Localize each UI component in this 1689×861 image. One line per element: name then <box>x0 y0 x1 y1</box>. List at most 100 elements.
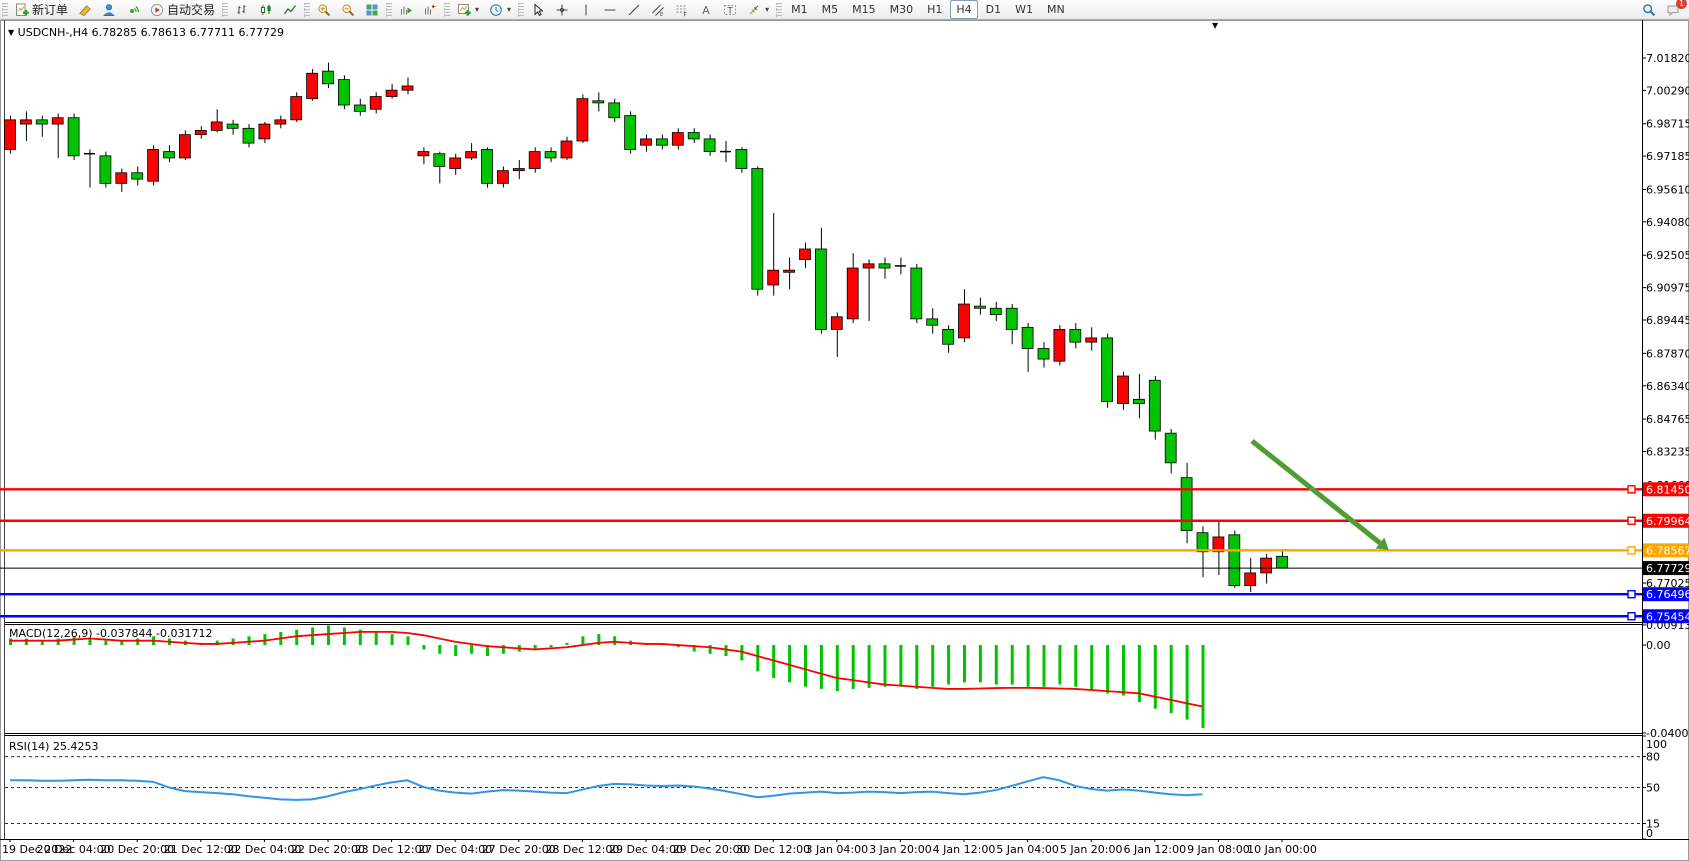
trendline-button[interactable] <box>623 0 645 19</box>
equidistant-channel-icon: E <box>651 3 665 17</box>
periods-button[interactable]: ▾ <box>485 0 515 19</box>
tile-windows-button[interactable] <box>361 0 383 19</box>
svg-text:6.78567: 6.78567 <box>1646 544 1689 557</box>
line-chart-icon <box>283 3 297 17</box>
rsi-value: 25.4253 <box>53 740 99 753</box>
horizontal-line-button[interactable] <box>599 0 621 19</box>
line-chart-button[interactable] <box>279 0 301 19</box>
bar-chart-button[interactable] <box>231 0 253 19</box>
svg-text:7.00290: 7.00290 <box>1646 84 1689 97</box>
chart-title-collapse-icon[interactable]: ▼ <box>8 28 14 37</box>
crosshair-button[interactable] <box>551 0 573 19</box>
svg-text:6 Jan 12:00: 6 Jan 12:00 <box>1123 843 1186 856</box>
tab-m5[interactable]: M5 <box>816 0 845 19</box>
tab-w1[interactable]: W1 <box>1009 0 1039 19</box>
svg-text:3 Jan 04:00: 3 Jan 04:00 <box>805 843 868 856</box>
fibonacci-icon: F <box>675 3 689 17</box>
trendline-icon <box>627 3 641 17</box>
indicators-icon <box>457 3 471 17</box>
svg-text:6.84765: 6.84765 <box>1646 413 1689 426</box>
tab-m30[interactable]: M30 <box>884 0 920 19</box>
svg-text:T: T <box>727 6 734 16</box>
tab-mn[interactable]: MN <box>1041 0 1071 19</box>
horizontal-line-icon <box>603 3 617 17</box>
auto-trading-icon <box>150 3 164 17</box>
svg-text:6.92505: 6.92505 <box>1646 249 1689 262</box>
indicators-button[interactable]: ▾ <box>453 0 483 19</box>
svg-text:3 Jan 20:00: 3 Jan 20:00 <box>869 843 932 856</box>
chart-canvas[interactable]: 7.018207.002906.987156.971856.956106.940… <box>0 20 1689 861</box>
auto-scroll-button[interactable] <box>395 0 417 19</box>
svg-text:30 Dec 12:00: 30 Dec 12:00 <box>736 843 810 856</box>
toolbar-grip <box>304 3 310 17</box>
macd-values: -0.037844 -0.031712 <box>96 627 212 640</box>
svg-text:6.77729: 6.77729 <box>1646 562 1689 575</box>
auto-trading-label: 自动交易 <box>167 1 215 18</box>
signals-icon <box>126 3 140 17</box>
profiles-button[interactable] <box>98 0 120 19</box>
chart-symbol-period: USDCNH-,H4 <box>18 26 88 39</box>
svg-text:6.94080: 6.94080 <box>1646 216 1689 229</box>
periods-clock-icon <box>489 3 503 17</box>
new-order-icon <box>15 3 29 17</box>
zoom-in-icon <box>317 3 331 17</box>
svg-text:0: 0 <box>1646 827 1653 840</box>
chart-ohlc: 6.78285 6.78613 6.77711 6.77729 <box>92 26 284 39</box>
search-icon <box>1642 3 1656 17</box>
text-label-button[interactable]: T <box>719 0 741 19</box>
chevron-down-icon: ▾ <box>765 5 769 14</box>
svg-text:5 Jan 04:00: 5 Jan 04:00 <box>996 843 1059 856</box>
tab-m1[interactable]: M1 <box>785 0 814 19</box>
notifications-button[interactable]: 1 <box>1662 0 1684 19</box>
text-button[interactable]: A <box>695 0 717 19</box>
svg-text:6.83235: 6.83235 <box>1646 446 1689 459</box>
macd-indicator-label: MACD(12,26,9) -0.037844 -0.031712 <box>9 627 212 640</box>
new-order-button[interactable]: 新订单 <box>11 0 72 19</box>
bar-chart-icon <box>235 3 249 17</box>
styler-button[interactable] <box>74 0 96 19</box>
svg-text:6.90975: 6.90975 <box>1646 282 1689 295</box>
search-button[interactable] <box>1638 0 1660 19</box>
tab-d1[interactable]: D1 <box>980 0 1007 19</box>
svg-text:E: E <box>660 12 663 17</box>
chart-shift-button[interactable] <box>419 0 441 19</box>
vertical-line-button[interactable] <box>575 0 597 19</box>
zoom-out-button[interactable] <box>337 0 359 19</box>
svg-text:7.01820: 7.01820 <box>1646 52 1689 65</box>
profiles-icon <box>102 3 116 17</box>
svg-text:6.79964: 6.79964 <box>1646 515 1689 528</box>
signals-button[interactable] <box>122 0 144 19</box>
new-order-label: 新订单 <box>32 1 68 18</box>
tab-h4[interactable]: H4 <box>950 0 977 19</box>
vertical-line-icon <box>579 3 593 17</box>
crosshair-icon <box>555 3 569 17</box>
text-label-icon: T <box>723 3 737 17</box>
text-icon: A <box>699 3 713 17</box>
toolbar-grip <box>776 3 782 17</box>
toolbar-grip <box>386 3 392 17</box>
svg-text:10 Jan 00:00: 10 Jan 00:00 <box>1247 843 1317 856</box>
cursor-icon <box>531 3 545 17</box>
svg-text:0.009138: 0.009138 <box>1646 619 1689 632</box>
cursor-button[interactable] <box>527 0 549 19</box>
candlestick-chart-button[interactable] <box>255 0 277 19</box>
fibonacci-button[interactable]: F <box>671 0 693 19</box>
toolbar-grip <box>444 3 450 17</box>
svg-text:80: 80 <box>1646 751 1660 764</box>
svg-text:9 Jan 08:00: 9 Jan 08:00 <box>1187 843 1250 856</box>
svg-text:A: A <box>702 4 710 17</box>
svg-text:100: 100 <box>1646 738 1667 751</box>
equidistant-channel-button[interactable]: E <box>647 0 669 19</box>
auto-trading-button[interactable]: 自动交易 <box>146 0 219 19</box>
tab-m15[interactable]: M15 <box>846 0 882 19</box>
chart-shift-marker-icon[interactable]: ▼ <box>1212 21 1218 30</box>
zoom-in-button[interactable] <box>313 0 335 19</box>
arrows-button[interactable]: ▾ <box>743 0 773 19</box>
zoom-out-icon <box>341 3 355 17</box>
svg-text:F: F <box>684 12 687 17</box>
tab-h1[interactable]: H1 <box>921 0 948 19</box>
chart-shift-icon <box>423 3 437 17</box>
chart-title: ▼ USDCNH-,H4 6.78285 6.78613 6.77711 6.7… <box>8 26 284 39</box>
svg-text:5 Jan 20:00: 5 Jan 20:00 <box>1060 843 1123 856</box>
rsi-name: RSI(14) <box>9 740 49 753</box>
